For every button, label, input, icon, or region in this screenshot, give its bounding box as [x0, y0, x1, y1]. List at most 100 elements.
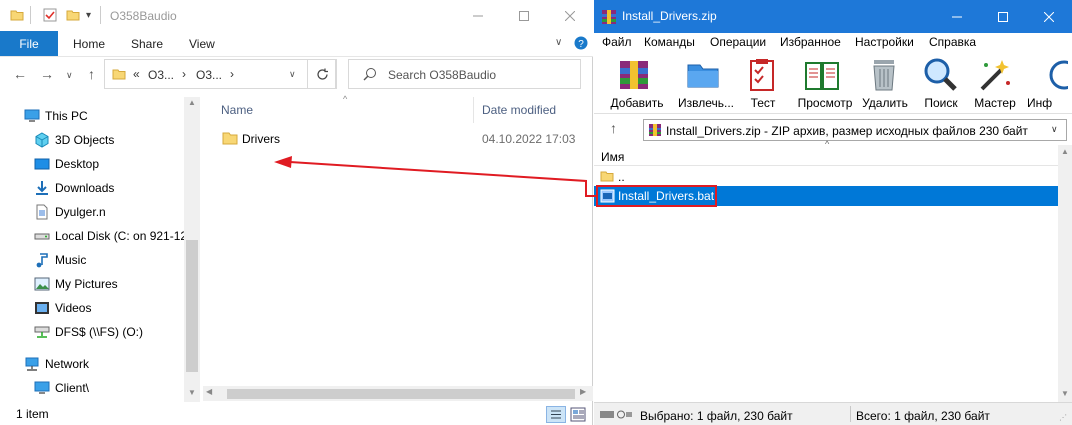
- scroll-down-icon[interactable]: ▼: [188, 388, 196, 397]
- details-view-icon: [551, 410, 561, 419]
- scroll-up-icon[interactable]: ▲: [188, 98, 196, 107]
- refresh-button[interactable]: [307, 59, 337, 89]
- minimize-button[interactable]: [455, 0, 501, 31]
- sidebar-item-dfs-fs-o[interactable]: DFS$ (\\FS) (O:): [0, 321, 186, 343]
- navigation-pane: This PC 3D Objects Desktop Downloads Dyulger…: [0, 97, 200, 402]
- sidebar-item-videos[interactable]: Videos: [0, 297, 186, 319]
- explorer-titlebar[interactable]: ▾ O358Baudio: [0, 0, 593, 31]
- sidebar-item-network[interactable]: Network: [0, 353, 186, 375]
- menu-file[interactable]: Файл: [602, 35, 632, 49]
- resize-grip-icon[interactable]: ⋰: [1059, 413, 1067, 422]
- breadcrumb-item[interactable]: O3...: [196, 68, 222, 82]
- help-icon[interactable]: ?: [574, 36, 588, 50]
- sidebar-item-local-disk-c-on-921-12[interactable]: Local Disk (C: on 921-12: [0, 225, 186, 247]
- archive-path-dropdown[interactable]: Install_Drivers.zip - ZIP архив, размер …: [643, 119, 1067, 141]
- music-icon: [34, 252, 50, 268]
- menu-operations[interactable]: Операции: [710, 35, 766, 49]
- computer-icon: [24, 108, 40, 124]
- tab-share[interactable]: Share: [131, 37, 163, 51]
- dropdown-chevron-icon[interactable]: ∨: [1051, 124, 1058, 135]
- up-arrow-icon[interactable]: ↑: [88, 66, 95, 82]
- path-bar: ↑ Install_Drivers.zip - ZIP архив, разме…: [594, 115, 1072, 145]
- sidebar-item-music[interactable]: Music: [0, 249, 186, 271]
- sidebar-item-label: Downloads: [55, 181, 115, 195]
- refresh-icon: [316, 68, 328, 80]
- breadcrumb-item[interactable]: O3...: [148, 68, 174, 82]
- scroll-left-icon[interactable]: ◀: [206, 387, 212, 396]
- file-date: 04.10.2022 17:03: [482, 132, 576, 146]
- sidebar-item-client[interactable]: Client\: [0, 377, 186, 399]
- column-divider[interactable]: [473, 97, 474, 123]
- quick-access-dropdown-icon[interactable]: ▾: [86, 10, 91, 21]
- winrar-logo-icon: [601, 9, 617, 25]
- sidebar-item-label: Local Disk (C: on 921-12: [55, 229, 186, 243]
- item-count: 1 item: [16, 407, 49, 421]
- folder-icon: [10, 8, 24, 22]
- pictures-icon: [34, 276, 50, 292]
- desktop-icon: [34, 156, 50, 172]
- test-button[interactable]: Тест: [730, 54, 796, 112]
- scroll-right-icon[interactable]: ▶: [580, 387, 586, 396]
- status-selected: Выбрано: 1 файл, 230 байт: [640, 409, 793, 423]
- tab-home[interactable]: Home: [73, 37, 105, 51]
- minimize-button[interactable]: [934, 1, 980, 32]
- address-dropdown-icon[interactable]: ∨: [289, 69, 296, 80]
- sort-indicator-icon: ^: [343, 94, 348, 104]
- breadcrumb-overflow[interactable]: «: [133, 67, 140, 81]
- horizontal-scroll-thumb[interactable]: [227, 389, 575, 399]
- column-header-name[interactable]: Имя: [601, 150, 624, 164]
- info-button[interactable]: Инф: [1028, 54, 1068, 112]
- up-arrow-icon[interactable]: ↑: [610, 120, 617, 136]
- breadcrumb-separator-icon[interactable]: ›: [182, 67, 186, 81]
- file-row-drivers[interactable]: Drivers 04.10.2022 17:03: [217, 127, 587, 149]
- view-button[interactable]: Просмотр: [790, 54, 860, 112]
- sidebar-item-dyulger-n[interactable]: Dyulger.n: [0, 201, 186, 223]
- sidebar-item-this-pc[interactable]: This PC: [0, 105, 186, 127]
- sidebar-scroll-thumb[interactable]: [186, 240, 198, 372]
- 3d-objects-icon: [34, 132, 50, 148]
- column-header-date[interactable]: Date modified: [482, 103, 556, 117]
- sidebar-item-desktop[interactable]: Desktop: [0, 153, 186, 175]
- search-input[interactable]: Search O358Baudio: [348, 59, 581, 89]
- menu-favorites[interactable]: Избранное: [780, 35, 841, 49]
- tab-view[interactable]: View: [189, 37, 215, 51]
- properties-icon[interactable]: [43, 8, 57, 22]
- column-header-name[interactable]: Name: [221, 103, 253, 117]
- new-folder-icon[interactable]: [66, 8, 80, 22]
- extract-folder-icon: [685, 57, 721, 93]
- close-button[interactable]: [547, 0, 593, 31]
- explorer-window: ▾ O358Baudio File Home Share View ∨ ? ← …: [0, 0, 593, 425]
- close-button[interactable]: [1026, 1, 1072, 32]
- breadcrumb-separator-icon[interactable]: ›: [230, 67, 234, 81]
- scroll-up-icon[interactable]: ▲: [1061, 147, 1069, 156]
- sidebar-item-my-pictures[interactable]: My Pictures: [0, 273, 186, 295]
- list-scrollbar[interactable]: ▲ ▼: [1058, 145, 1072, 402]
- sidebar-item-3d-objects[interactable]: 3D Objects: [0, 129, 186, 151]
- list-item-parent[interactable]: ..: [594, 167, 1058, 186]
- add-button[interactable]: Добавить: [602, 54, 672, 112]
- winrar-titlebar[interactable]: Install_Drivers.zip: [594, 0, 1072, 33]
- network-icon: [24, 356, 40, 372]
- menu-commands[interactable]: Команды: [644, 35, 695, 49]
- maximize-button[interactable]: [980, 1, 1026, 32]
- trash-icon: [866, 57, 902, 93]
- wizard-button[interactable]: Мастер: [962, 54, 1028, 112]
- scroll-down-icon[interactable]: ▼: [1061, 389, 1069, 398]
- divider: [850, 406, 851, 422]
- details-view-button[interactable]: [546, 406, 566, 423]
- videos-icon: [34, 300, 50, 316]
- menu-settings[interactable]: Настройки: [855, 35, 914, 49]
- recent-locations-icon[interactable]: ∨: [66, 70, 73, 81]
- sidebar-item-label: Desktop: [55, 157, 100, 171]
- tab-file[interactable]: File: [0, 31, 58, 56]
- document-icon: [34, 204, 50, 220]
- archive-path: Install_Drivers.zip - ZIP архив, размер …: [666, 124, 1028, 138]
- menu-help[interactable]: Справка: [929, 35, 976, 49]
- address-bar[interactable]: « O3... › O3... › ∨: [104, 59, 336, 89]
- large-icons-view-button[interactable]: [570, 407, 586, 422]
- maximize-button[interactable]: [501, 0, 547, 31]
- sidebar-item-downloads[interactable]: Downloads: [0, 177, 186, 199]
- ribbon-expand-icon[interactable]: ∨: [555, 37, 562, 48]
- forward-arrow-icon[interactable]: →: [40, 66, 54, 82]
- back-arrow-icon[interactable]: ←: [13, 66, 27, 82]
